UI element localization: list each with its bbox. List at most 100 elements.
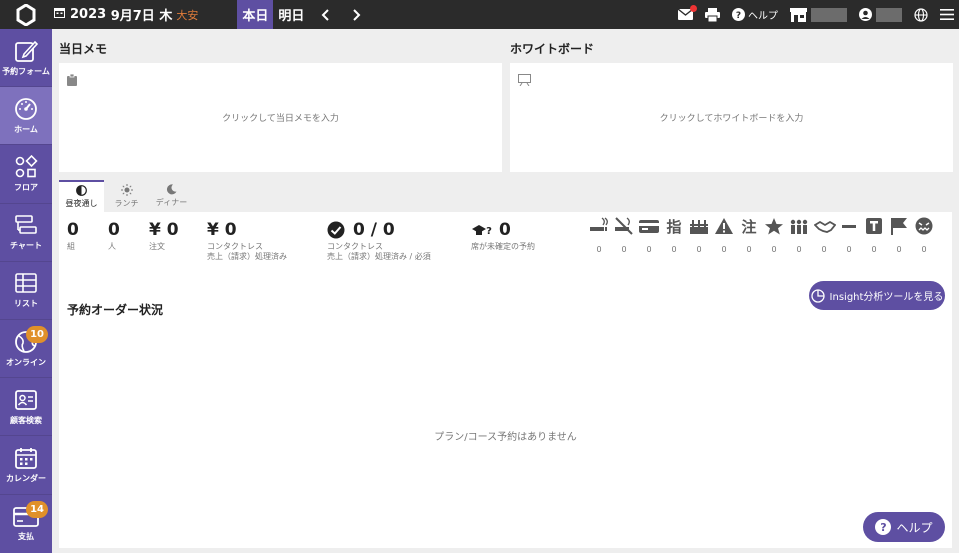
mail-button[interactable] — [678, 0, 697, 29]
sidebar-item-reservation-form[interactable]: 予約フォーム — [0, 29, 52, 88]
meal-period-tabs: 昼夜通し ランチ ディナー — [59, 180, 194, 212]
flag-card[interactable]: 0 — [639, 217, 659, 254]
stat-groups: 0 組 — [67, 220, 79, 252]
sidebar-item-payment[interactable]: 支払 14 — [0, 495, 52, 553]
stat-label: 席が未確定の予約 — [471, 242, 535, 251]
unassigned-seat-icon: ? — [472, 225, 492, 237]
calendar-icon — [54, 7, 65, 22]
star-icon — [765, 218, 783, 235]
insight-button-label: Insight分析ツールを見る — [829, 292, 944, 303]
stat-label: コンタクトレス — [327, 242, 383, 251]
help-fab-label: ヘルプ — [896, 520, 933, 535]
flag-count: 0 — [621, 245, 627, 254]
flag-t[interactable]: 0 — [864, 217, 884, 254]
sidebar-item-label: 支払 — [18, 531, 34, 541]
stat-value: 0 — [499, 220, 511, 240]
flag-count: 0 — [671, 245, 677, 254]
dashboard-icon — [15, 97, 37, 120]
shapes-icon — [15, 154, 38, 178]
date-weekday: 木 — [159, 9, 173, 24]
help-floating-button[interactable]: ? ヘルプ — [863, 512, 945, 542]
flag-count: 0 — [646, 245, 652, 254]
sidebar-item-list[interactable]: リスト — [0, 262, 52, 320]
insight-analysis-button[interactable]: Insight分析ツールを見る — [809, 281, 945, 310]
finger-icon: 指 — [666, 218, 681, 236]
stat-contactless-sales: ¥ 0 コンタクトレス 売上（請求）処理済み — [207, 220, 287, 262]
flag-angry[interactable]: 0 — [914, 217, 934, 254]
sidebar-item-label: チャート — [10, 241, 42, 251]
tab-label: ランチ — [114, 198, 139, 208]
store-selector[interactable] — [790, 0, 847, 29]
app-logo[interactable] — [0, 0, 52, 29]
flag-flag[interactable]: 0 — [889, 217, 909, 254]
payment-count-badge: 14 — [26, 500, 48, 518]
stat-value: 0 — [67, 220, 79, 240]
flag-cake[interactable]: 0 — [689, 217, 709, 254]
flag-star[interactable]: 0 — [764, 217, 784, 254]
pie-chart-icon — [810, 288, 825, 303]
sidebar-item-chart[interactable]: チャート — [0, 204, 52, 262]
flag-note[interactable]: 注 0 — [739, 217, 759, 254]
t-icon — [866, 218, 882, 234]
svg-text:注: 注 — [741, 218, 756, 235]
sidebar-item-label: フロア — [14, 182, 38, 192]
whiteboard-panel[interactable]: クリックしてホワイトボードを入力 — [510, 63, 953, 172]
memo-panel[interactable]: クリックして当日メモを入力 — [59, 63, 502, 172]
sidebar-item-floor[interactable]: フロア — [0, 145, 52, 204]
whiteboard-hint: クリックしてホワイトボードを入力 — [659, 114, 804, 124]
flag-count: 0 — [721, 245, 727, 254]
flag-warning[interactable]: 0 — [714, 217, 734, 254]
cake-icon — [690, 220, 708, 234]
flag-minus[interactable]: 0 — [839, 217, 859, 254]
help-button[interactable]: ? ヘルプ — [732, 0, 778, 29]
tab-all-day[interactable]: 昼夜通し — [59, 180, 104, 212]
chevron-left-icon — [321, 8, 330, 21]
edit-icon — [15, 40, 38, 62]
minus-icon — [842, 225, 856, 228]
whiteboard-icon — [518, 71, 531, 90]
sidebar-item-online[interactable]: オンライン 10 — [0, 320, 52, 379]
tomorrow-tab[interactable]: 明日 — [273, 0, 309, 29]
flag-handshake[interactable]: 0 — [813, 217, 837, 254]
stat-value: 0 / 0 — [353, 220, 395, 240]
tab-label: ディナー — [155, 198, 188, 207]
id-card-icon — [15, 389, 37, 410]
chart-icon — [15, 215, 37, 234]
memo-hint: クリックして当日メモを入力 — [222, 114, 339, 124]
clipboard-icon — [67, 71, 77, 90]
language-button[interactable] — [914, 0, 928, 29]
sun-icon — [120, 183, 133, 196]
card-icon — [639, 220, 659, 233]
angry-face-icon — [915, 217, 933, 235]
tab-dinner[interactable]: ディナー — [149, 180, 194, 212]
mail-notification-dot — [690, 5, 697, 12]
today-tab[interactable]: 本日 — [237, 0, 274, 29]
stat-value: ¥ 0 — [207, 220, 237, 240]
table-icon — [15, 273, 37, 294]
print-button[interactable] — [705, 0, 720, 29]
stat-sublabel: 売上（請求）処理済み — [207, 252, 287, 261]
sidebar-item-customer-search[interactable]: 顧客検索 — [0, 378, 52, 437]
stat-value: ¥ 0 — [149, 220, 179, 240]
order-status-title: 予約オーダー状況 — [67, 303, 164, 317]
memo-title: 当日メモ — [59, 42, 108, 56]
current-date[interactable]: 2023 9月7日 木 大安 — [52, 0, 198, 29]
flag-no-smoking[interactable]: 0 — [614, 217, 634, 254]
prev-day-button[interactable] — [309, 0, 341, 29]
half-circle-icon — [76, 185, 87, 196]
tab-label: 昼夜通し — [65, 199, 98, 208]
tab-lunch[interactable]: ランチ — [104, 180, 149, 212]
sidebar-item-label: リスト — [14, 299, 38, 309]
sidebar-item-home[interactable]: ホーム — [0, 87, 52, 146]
stat-contactless-ratio: 0 / 0 コンタクトレス 売上（請求）処理済み / 必須 — [327, 220, 431, 262]
user-icon — [859, 8, 872, 21]
flag-count: 0 — [921, 245, 927, 254]
sidebar-item-calendar[interactable]: カレンダー — [0, 436, 52, 495]
next-day-button[interactable] — [341, 0, 373, 29]
menu-button[interactable] — [940, 0, 954, 29]
flag-designated[interactable]: 指 0 — [664, 217, 684, 254]
user-menu[interactable] — [859, 0, 902, 29]
flag-count: 0 — [896, 245, 902, 254]
flag-smoking[interactable]: 0 — [589, 217, 609, 254]
flag-group[interactable]: 0 — [789, 217, 809, 254]
